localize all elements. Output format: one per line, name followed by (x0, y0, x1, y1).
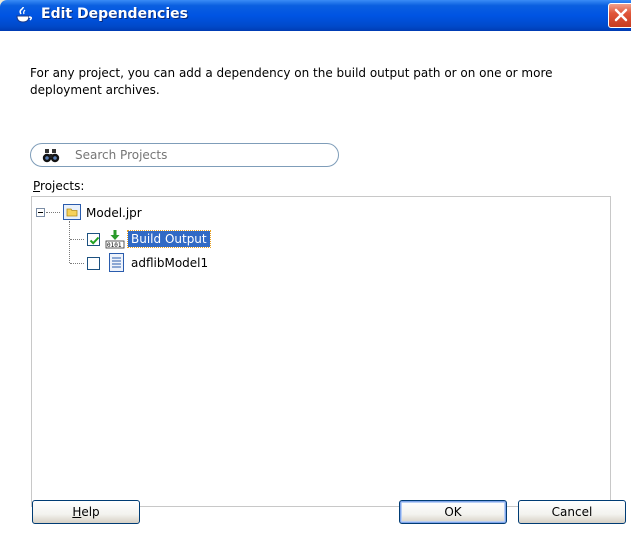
tree-connector (69, 221, 70, 263)
description-text: For any project, you can add a dependenc… (30, 66, 553, 97)
tree-connector (70, 263, 84, 264)
tree-connector (70, 239, 84, 240)
build-output-checkbox[interactable] (87, 233, 100, 246)
projects-label: Projects: (33, 179, 85, 193)
tree-connector (46, 212, 60, 213)
tree-node-build-output[interactable]: Build Output (127, 230, 211, 248)
cancel-button[interactable]: Cancel (518, 500, 626, 524)
archive-document-icon (109, 253, 124, 275)
close-icon (614, 8, 628, 22)
help-button[interactable]: Help (32, 500, 140, 524)
binoculars-icon (41, 148, 61, 163)
svg-text:0101: 0101 (107, 242, 122, 249)
search-field[interactable] (30, 143, 339, 167)
checkmark-icon (89, 236, 100, 245)
build-output-icon: 0101 (105, 230, 125, 252)
title-bar[interactable]: Edit Dependencies (0, 0, 631, 31)
project-folder-icon (63, 204, 81, 223)
collapse-toggle[interactable] (36, 208, 45, 217)
close-button[interactable] (608, 3, 631, 28)
java-cup-icon (14, 5, 34, 25)
tree-node-adflibmodel1[interactable]: adflibModel1 (131, 256, 208, 270)
projects-tree[interactable]: Model.jpr 0101 Build Output adflibModel1 (31, 196, 611, 507)
ok-button[interactable]: OK (399, 500, 507, 524)
dialog-body: For any project, you can add a dependenc… (0, 31, 631, 535)
tree-node-model-jpr[interactable]: Model.jpr (86, 206, 142, 220)
search-input[interactable] (75, 147, 330, 163)
adflibmodel1-checkbox[interactable] (87, 257, 100, 270)
edit-dependencies-dialog: Edit Dependencies For any project, you c… (0, 0, 631, 535)
dialog-title: Edit Dependencies (41, 6, 188, 22)
